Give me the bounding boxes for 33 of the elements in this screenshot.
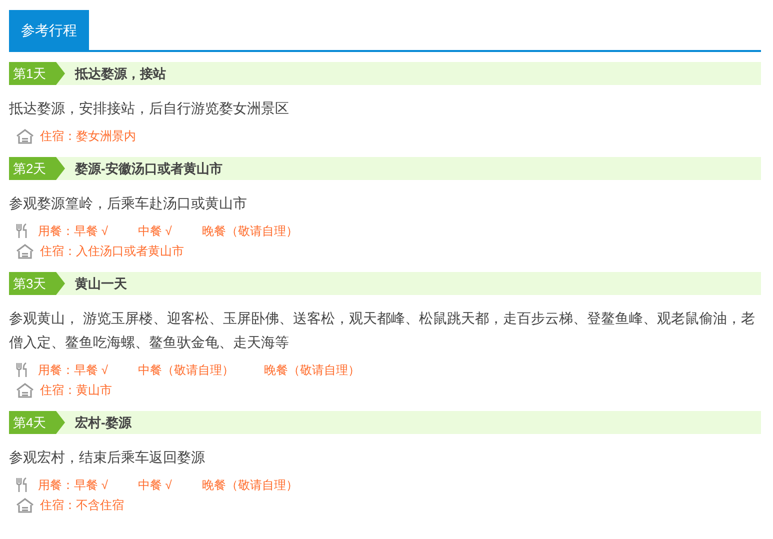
meal-info: 中餐 √ <box>138 223 172 240</box>
meal-info: 晚餐（敬请自理） <box>202 477 298 494</box>
lodging-info: 住宿：婺女洲景内 <box>40 128 136 145</box>
meal-info: 中餐（敬请自理） <box>138 362 234 379</box>
house-icon <box>16 128 34 144</box>
day-badge: 第1天 <box>9 62 65 85</box>
day-title: 黄山一天 <box>75 274 127 293</box>
day-badge: 第2天 <box>9 157 65 180</box>
day-description: 参观婺源篁岭，后乘车赴汤口或黄山市 <box>9 194 248 213</box>
day-description: 参观黄山， 游览玉屏楼、迎客松、玉屏卧佛、送客松，观天都峰、松鼠跳天都，走百步云梯、登鳌鱼峰、观老鼠偷油，老僧入定、鳌鱼吃海螺、鳌鱼驮金龟、走天海等 <box>9 309 756 352</box>
meal-info: 晚餐（敬请自理） <box>202 223 298 240</box>
house-icon <box>16 498 34 512</box>
lodging-info: 住宿：黄山市 <box>40 382 112 399</box>
house-icon <box>16 382 34 398</box>
day-badge: 第3天 <box>9 272 65 295</box>
day-title: 婺源-安徽汤口或者黄山市 <box>75 160 222 178</box>
meal-info: 用餐：早餐 √ <box>38 223 108 240</box>
meal-info: 用餐：早餐 √ <box>38 362 108 379</box>
day-badge: 第4天 <box>9 411 65 434</box>
fork-knife-icon <box>16 362 28 378</box>
day-description: 抵达婺源，安排接站，后自行游览婺女洲景区 <box>9 99 290 118</box>
itinerary-tab[interactable]: 参考行程 <box>9 10 89 50</box>
lodging-info: 住宿：不含住宿 <box>40 497 124 514</box>
fork-knife-icon <box>16 223 28 239</box>
house-icon <box>16 244 34 258</box>
meal-info: 晚餐（敬请自理） <box>264 362 360 379</box>
meal-info: 中餐 √ <box>138 477 172 494</box>
meal-info: 用餐：早餐 √ <box>38 477 108 494</box>
day-description: 参观宏村，结束后乘车返回婺源 <box>9 448 206 467</box>
lodging-info: 住宿：入住汤口或者黄山市 <box>40 243 184 260</box>
fork-knife-icon <box>16 477 28 493</box>
day-title: 抵达婺源，接站 <box>75 64 166 83</box>
day-title: 宏村-婺源 <box>75 414 132 432</box>
